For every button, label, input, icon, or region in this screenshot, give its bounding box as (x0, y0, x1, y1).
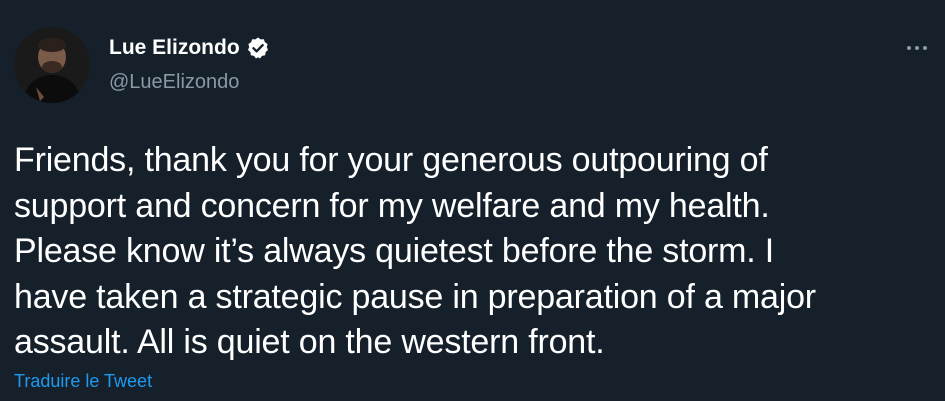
tweet-text-line: support and concern for my welfare and m… (14, 186, 770, 225)
verified-badge-icon (246, 36, 270, 60)
avatar[interactable] (14, 27, 90, 103)
more-options-button[interactable] (903, 38, 931, 58)
more-horizontal-icon (907, 46, 927, 50)
user-handle[interactable]: @LueElizondo (109, 69, 270, 95)
author-info: Lue Elizondo @LueElizondo (109, 35, 270, 95)
tweet-card: Lue Elizondo @LueElizondo Friends, thank… (0, 0, 945, 401)
name-row: Lue Elizondo (109, 35, 270, 61)
display-name[interactable]: Lue Elizondo (109, 35, 240, 61)
avatar-photo (14, 27, 90, 103)
tweet-text: Friends, thank you for your generous out… (14, 138, 924, 366)
tweet-text-line: have taken a strategic pause in preparat… (14, 277, 816, 316)
tweet-text-line: Friends, thank you for your generous out… (14, 141, 768, 179)
tweet-text-line: assault. All is quiet on the western fro… (14, 323, 605, 361)
translate-tweet-link[interactable]: Traduire le Tweet (14, 370, 152, 392)
tweet-text-line: Please know it’s always quietest before … (14, 232, 775, 270)
